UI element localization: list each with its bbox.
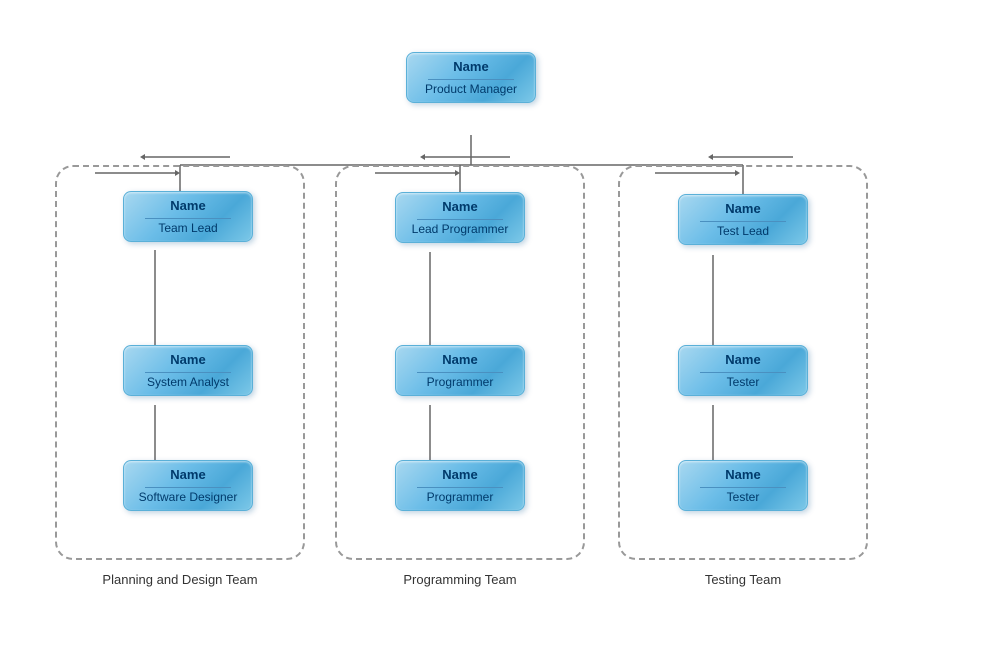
- diagram-container: Name Product Manager Name Team Lead Name…: [0, 0, 993, 647]
- card-team-lead: Name Team Lead: [123, 191, 253, 242]
- card-role-product-manager: Product Manager: [425, 82, 517, 96]
- card-test-lead: Name Test Lead: [678, 194, 808, 245]
- card-product-manager: Name Product Manager: [406, 52, 536, 103]
- card-tester-1: Name Tester: [678, 345, 808, 396]
- label-testing: Testing Team: [618, 572, 868, 587]
- card-programmer-2: Name Programmer: [395, 460, 525, 511]
- card-tester-2: Name Tester: [678, 460, 808, 511]
- card-lead-programmer: Name Lead Programmer: [395, 192, 525, 243]
- card-system-analyst: Name System Analyst: [123, 345, 253, 396]
- card-programmer-1: Name Programmer: [395, 345, 525, 396]
- card-name-product-manager: Name: [453, 59, 488, 74]
- label-planning: Planning and Design Team: [55, 572, 305, 587]
- label-programming: Programming Team: [335, 572, 585, 587]
- card-software-designer: Name Software Designer: [123, 460, 253, 511]
- card-divider: [428, 79, 514, 80]
